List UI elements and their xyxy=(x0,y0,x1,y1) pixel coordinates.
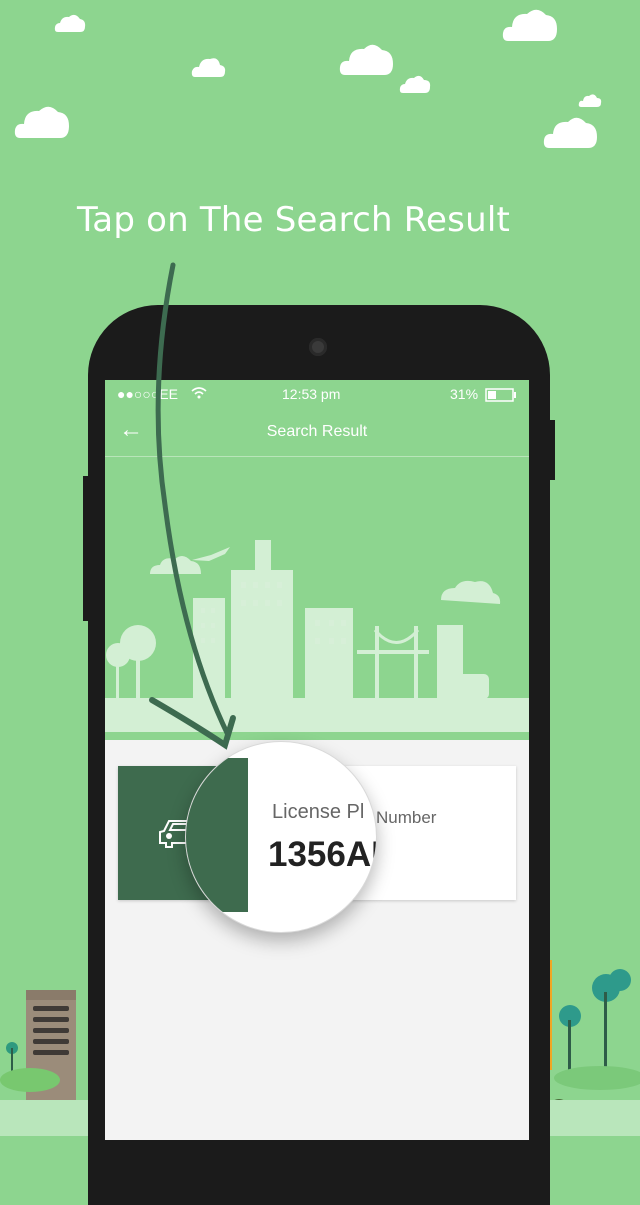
battery-icon xyxy=(485,388,516,402)
cloud-icon xyxy=(54,14,86,32)
license-label: Number xyxy=(376,808,437,827)
time-status: 12:53 pm xyxy=(282,386,341,402)
tap-arrow-icon xyxy=(149,262,236,750)
cloud-icon xyxy=(399,75,431,93)
cloud-icon xyxy=(543,117,597,148)
promo-headline: Tap on The Search Result xyxy=(76,200,511,240)
cloud-icon xyxy=(502,9,557,41)
cloud-icon xyxy=(14,106,69,138)
battery-status: 31% xyxy=(450,386,479,402)
magnified-license-label: License Pl xyxy=(272,801,365,823)
cloud-icon xyxy=(191,58,226,77)
magnified-plate-number: 1356AE xyxy=(268,835,376,874)
magnified-result-view: License Pl 1356AE xyxy=(185,741,377,933)
cloud-icon xyxy=(578,94,602,107)
camera-icon xyxy=(309,338,327,356)
cloud-icon xyxy=(339,44,393,75)
magnified-car-panel xyxy=(186,758,248,912)
